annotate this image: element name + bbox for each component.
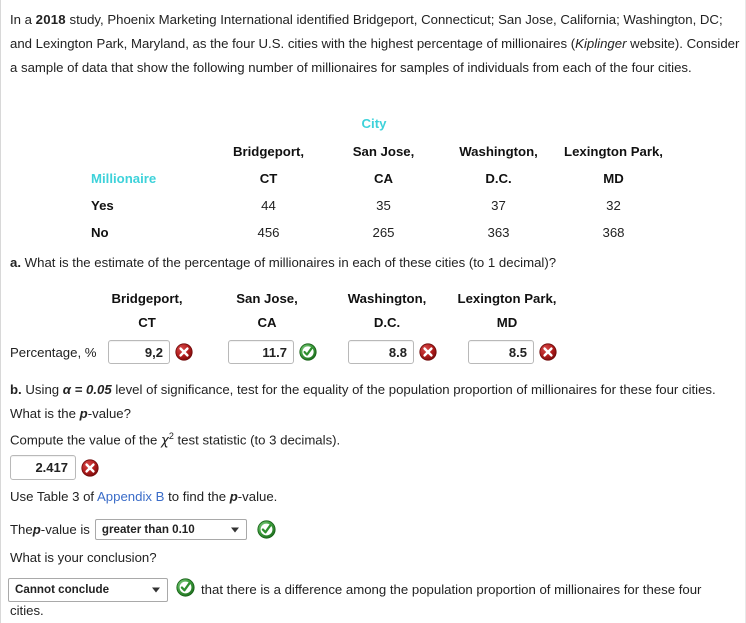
- cell-no-0: 456: [257, 225, 280, 240]
- pvalue-dropdown-value: greater than 0.10: [101, 523, 195, 536]
- percentage-row-label: Percentage, %: [10, 344, 97, 360]
- table-row: Yes 44 35 37 32: [87, 192, 671, 219]
- pvalue-answer-row: The p -value is greater than 0.10: [10, 519, 276, 540]
- row-label-header: Millionaire: [91, 171, 157, 186]
- error-circle-icon: [539, 343, 557, 361]
- table-row: No 456 265 363 368: [87, 219, 671, 246]
- part-a-question-text: What is the estimate of the percentage o…: [21, 255, 557, 270]
- col-header-state-2: D.C.: [485, 171, 512, 186]
- conclusion-dropdown-value: Cannot conclude: [15, 583, 110, 596]
- cell-yes-0: 44: [261, 198, 276, 213]
- question-page: In a 2018 study, Phoenix Marketing Inter…: [0, 0, 746, 623]
- compute-suffix: test statistic (to 3 decimals).: [173, 432, 341, 448]
- cell-yes-1: 35: [376, 198, 391, 213]
- percentage-answer-row: Percentage, %: [10, 336, 588, 368]
- answer-cell-bridgeport: [108, 340, 228, 364]
- col-header-state-0: CT: [259, 171, 278, 186]
- part-a-question: a. What is the estimate of the percentag…: [10, 252, 740, 274]
- table-corner-spacer: [87, 138, 211, 165]
- ans-col-header-city-0: Bridgeport,: [111, 290, 183, 306]
- ans-col-header-city-1: San Jose,: [236, 290, 298, 306]
- percentage-input-lexingtonpark[interactable]: [468, 340, 534, 364]
- check-circle-icon: [257, 520, 276, 539]
- cell-no-1: 265: [372, 225, 395, 240]
- use-table-prefix: Use Table 3 of: [10, 489, 97, 504]
- part-b-q-part1: Using: [21, 382, 63, 397]
- col-header-city-0: Bridgeport,: [232, 144, 305, 159]
- percentage-input-bridgeport[interactable]: [108, 340, 170, 364]
- conclusion-question: What is your conclusion?: [10, 550, 157, 565]
- row-label-no: No: [91, 225, 109, 240]
- table-group-header: City: [361, 116, 387, 131]
- ans-col-header-state-3: MD: [496, 314, 518, 330]
- col-header-city-3: Lexington Park,: [564, 144, 663, 159]
- part-a-answer-headers: Bridgeport, San Jose, Washington, Lexing…: [87, 286, 567, 334]
- col-header-state-3: MD: [603, 171, 624, 186]
- table-header-row-city: Bridgeport, San Jose, Washington, Lexing…: [87, 138, 671, 165]
- error-circle-icon: [81, 458, 99, 477]
- table-header-row-state: Millionaire CT CA D.C. MD: [87, 165, 671, 192]
- part-b-prefix: b.: [10, 382, 22, 397]
- alpha-value: α = 0.05: [62, 382, 112, 397]
- compute-prefix: Compute the value of the: [10, 432, 162, 448]
- cell-yes-3: 32: [606, 198, 621, 213]
- pvalue-label-prefix: The: [10, 522, 33, 537]
- part-a-prefix: a.: [10, 255, 21, 270]
- ans-col-header-city-2: Washington,: [347, 290, 427, 306]
- error-circle-icon: [175, 343, 193, 361]
- answer-header-row-state: CT CA D.C. MD: [87, 310, 567, 334]
- col-header-city-2: Washington,: [459, 144, 538, 159]
- answer-cell-lexingtonpark: [468, 340, 588, 364]
- p-symbol: p: [32, 522, 41, 537]
- part-b-q-part3: -value?: [87, 406, 131, 421]
- p-symbol: p: [79, 406, 88, 421]
- ans-col-header-city-3: Lexington Park,: [457, 290, 557, 306]
- p-symbol: p: [229, 489, 238, 504]
- percentage-input-sanjose[interactable]: [228, 340, 294, 364]
- check-circle-icon: [299, 343, 317, 361]
- intro-source-italic: Kiplinger: [575, 36, 627, 51]
- chi-answer-row: [10, 455, 99, 480]
- chevron-down-icon: [152, 587, 160, 593]
- intro-paragraph: In a 2018 study, Phoenix Marketing Inter…: [10, 8, 740, 80]
- answer-cell-washington: [348, 340, 468, 364]
- error-circle-icon: [419, 343, 437, 361]
- intro-year: 2018: [35, 12, 66, 27]
- cell-no-2: 363: [487, 225, 510, 240]
- compute-chi-instruction: Compute the value of the χ2 test statist…: [10, 425, 740, 452]
- conclusion-tail-text-2: cities.: [10, 603, 44, 618]
- col-header-city-1: San Jose,: [352, 144, 415, 159]
- percentage-input-washington[interactable]: [348, 340, 414, 364]
- conclusion-dropdown[interactable]: Cannot conclude: [8, 578, 168, 602]
- cell-yes-2: 37: [491, 198, 506, 213]
- col-header-state-1: CA: [373, 171, 394, 186]
- use-table-suffix: to find the: [164, 489, 230, 504]
- check-circle-icon: [176, 578, 195, 597]
- answer-header-row-city: Bridgeport, San Jose, Washington, Lexing…: [87, 286, 567, 310]
- pvalue-label-suffix: -value is: [40, 522, 90, 537]
- cell-no-3: 368: [602, 225, 625, 240]
- conclusion-answer-row: Cannot conclude that there is a differen…: [8, 578, 743, 602]
- pvalue-dropdown[interactable]: greater than 0.10: [94, 519, 247, 540]
- appendix-b-link[interactable]: Appendix B: [97, 489, 164, 504]
- use-table-end: -value.: [237, 489, 278, 504]
- conclusion-tail-text: that there is a difference among the pop…: [201, 582, 702, 597]
- use-table-instruction: Use Table 3 of Appendix B to find the p-…: [10, 489, 277, 504]
- chevron-down-icon: [230, 527, 239, 532]
- intro-before-year: In a: [10, 12, 36, 27]
- ans-col-header-state-0: CT: [138, 314, 156, 330]
- chi-symbol: χ: [161, 433, 169, 449]
- part-b-question: b. Using α = 0.05 level of significance,…: [10, 378, 740, 426]
- millionaire-data-table: Bridgeport, San Jose, Washington, Lexing…: [87, 138, 671, 246]
- chi-square-input[interactable]: [10, 455, 76, 480]
- ans-col-header-state-1: CA: [257, 314, 277, 330]
- ans-col-header-state-2: D.C.: [373, 314, 401, 330]
- row-label-yes: Yes: [91, 198, 114, 213]
- answer-cell-sanjose: [228, 340, 348, 364]
